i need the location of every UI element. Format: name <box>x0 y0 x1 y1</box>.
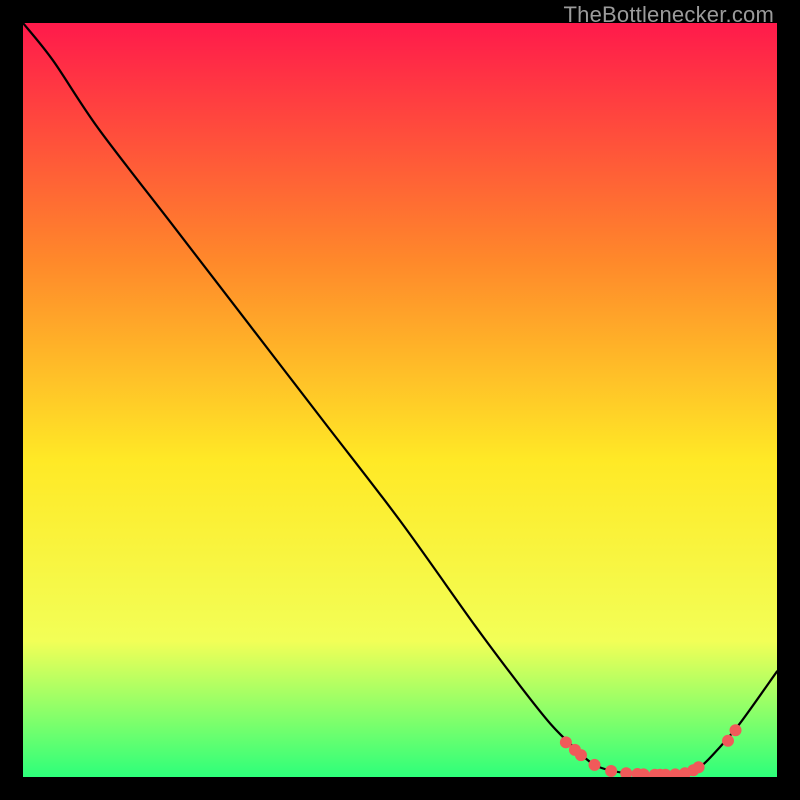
gradient-background <box>23 23 777 777</box>
curve-marker <box>730 724 742 736</box>
watermark-text: TheBottlenecker.com <box>564 2 774 28</box>
curve-marker <box>605 765 617 777</box>
curve-marker <box>693 761 705 773</box>
curve-marker <box>589 759 601 771</box>
bottleneck-chart <box>23 23 777 777</box>
chart-frame <box>23 23 777 777</box>
curve-marker <box>575 749 587 761</box>
curve-marker <box>722 735 734 747</box>
